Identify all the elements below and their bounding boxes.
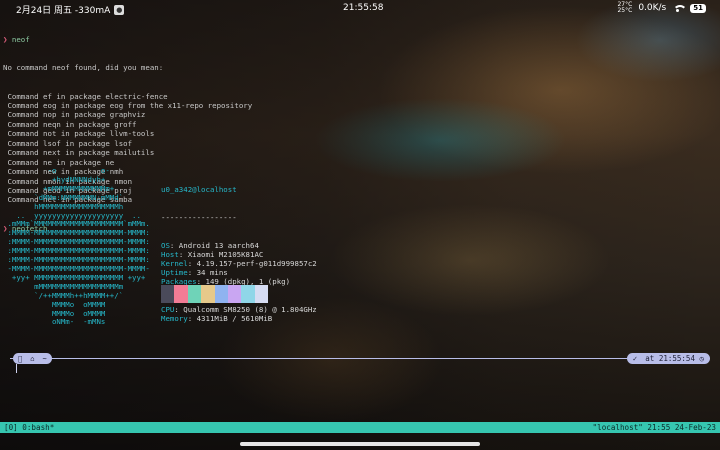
temp-bottom: 25°C (617, 7, 633, 14)
color-palette (161, 285, 269, 303)
success-check-icon: ✓ (632, 354, 638, 363)
tmux-window-list[interactable]: [0] 0:bash* (4, 422, 54, 433)
apple-icon:  (18, 355, 22, 363)
info-key: Kernel (161, 259, 188, 269)
color-swatch (254, 285, 269, 303)
home-icon: ⌂ (26, 354, 34, 363)
tmux-status-bar: [0] 0:bash* "localhost" 21:55 24-Feb-23 (0, 422, 720, 433)
info-value: : Xiaomi M2105K81AC (178, 249, 264, 259)
suggestion-line: Command next in package mailutils (3, 148, 155, 158)
info-value: : 4.19.157-perf-g011d999857c2 (187, 259, 317, 269)
user-host: u0_a342@localhost (161, 185, 237, 195)
color-swatch (227, 285, 242, 303)
system-info: u0_a342@localhost ----------------- OS: … (161, 167, 317, 333)
network-speed: 0.0K/s (638, 3, 667, 13)
info-key: Host (161, 249, 179, 259)
battery-icon: 51 (690, 3, 706, 13)
wifi-icon (672, 4, 688, 13)
info-separator: ----------------- (161, 213, 237, 223)
text-cursor[interactable] (16, 364, 17, 373)
info-key: Uptime (161, 268, 188, 278)
info-key: OS (161, 240, 170, 250)
suggestion-line: Command eog in package eog from the x11-… (3, 101, 253, 111)
suggestion-line: Command nop in package graphviz (3, 110, 146, 120)
status-date-current: 2月24日 周五 -330mA (16, 6, 111, 16)
suggestion-line: Command neqn in package groff (3, 119, 137, 129)
home-indicator[interactable] (240, 442, 480, 446)
info-line: Kernel: 4.19.157-perf-g011d999857c2 (161, 259, 317, 268)
color-swatch (201, 285, 215, 303)
command-text: neof (11, 34, 30, 44)
directory-indicator: ~ (38, 354, 46, 363)
info-line: Host: Xiaomi M2105K81AC (161, 250, 317, 259)
suggestion-line: Command ef in package electric-fence (3, 91, 168, 101)
prompt-time: at 21:55:54 ◷ (645, 354, 704, 363)
prompt-divider (10, 358, 710, 359)
notification-icon: ● (114, 4, 125, 15)
color-swatch (241, 285, 255, 303)
info-line: Uptime: 34 mins (161, 268, 317, 277)
info-list: OS: Android 13 aarch64 Host: Xiaomi M2105… (161, 241, 317, 324)
shell-prompt-bar:  ⌂ ~ ✓ at 21:55:54 ◷ (0, 352, 720, 365)
color-swatch (174, 285, 188, 303)
error-message: No command neof found, did you mean: (3, 63, 164, 73)
info-line: CPU: Qualcomm SM8250 (8) @ 1.804GHz (161, 305, 317, 314)
info-line: OS: Android 13 aarch64 (161, 241, 317, 250)
info-value: : Qualcomm SM8250 (8) @ 1.804GHz (174, 305, 317, 315)
system-status-bar: 2月24日 周五 -330mA ● 21:55:58 27°C 25°C 0.0… (0, 0, 720, 17)
status-clock: 21:55:58 (343, 3, 384, 13)
suggestion-line: Command lsof in package lsof (3, 138, 133, 148)
info-value: : 4311MiB / 5610MiB (187, 314, 273, 324)
color-swatch (161, 285, 175, 303)
prompt-symbol: ❯ (3, 34, 8, 44)
info-line: Memory: 4311MiB / 5610MiB (161, 314, 317, 323)
android-ascii-logo: -o o- +hydNNNNdyh+ +mMMMMMMMMMMMMm+ `dMM… (3, 166, 149, 327)
info-key: Memory (161, 314, 188, 324)
prompt-right-segment: ✓ at 21:55:54 ◷ (626, 353, 710, 364)
info-value: : 34 mins (187, 268, 228, 278)
tmux-session-info: "localhost" 21:55 24-Feb-23 (592, 423, 716, 432)
suggestion-line: Command not in package llvm-tools (3, 129, 155, 139)
info-key: CPU (161, 305, 175, 315)
color-swatch (214, 285, 228, 303)
prompt-line: ❯ neof (3, 35, 252, 44)
prompt-left-segment:  ⌂ ~ (13, 353, 52, 364)
color-swatch (187, 285, 202, 303)
logo-line: oNMm- -mMNs (3, 317, 106, 327)
temperature-readout: 27°C 25°C (617, 2, 632, 14)
info-value: : Android 13 aarch64 (169, 240, 259, 250)
